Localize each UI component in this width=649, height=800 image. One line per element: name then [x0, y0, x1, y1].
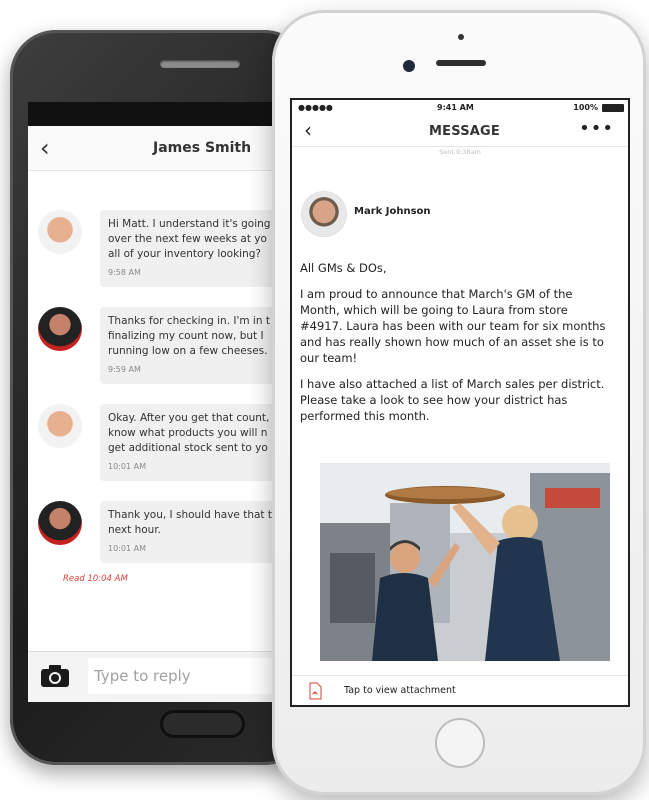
message-nav-bar: ‹ MESSAGE •••	[292, 116, 628, 147]
message-text: over the next few weeks at yo	[108, 233, 267, 245]
message-text: Thank you, I should have that t	[108, 509, 272, 521]
message-body: All GMs & DOs, I am proud to announce th…	[300, 260, 624, 434]
sent-timestamp: Sent 9:38am	[439, 148, 481, 156]
status-time: 9:41 AM	[437, 103, 474, 112]
message-text: finalizing my count now, but I	[108, 330, 264, 342]
page-title: MESSAGE	[429, 124, 500, 139]
message-text: Thanks for checking in. I'm in t	[108, 315, 270, 327]
read-receipt: Read 10:04 AM	[63, 574, 128, 584]
attachment-bar[interactable]: Tap to view attachment	[292, 675, 628, 705]
iphone-screen: ●●●●● 9:41 AM 100% ‹ MESSAGE ••• Sent 9:…	[290, 98, 630, 707]
paragraph: I have also attached a list of March sal…	[300, 376, 624, 424]
avatar	[302, 192, 346, 236]
body-line: and has really shown how much of an asse…	[300, 335, 604, 349]
chat-header: ‹ James Smith	[28, 126, 310, 171]
message-text: next hour.	[108, 524, 162, 536]
iphone: ●●●●● 9:41 AM 100% ‹ MESSAGE ••• Sent 9:…	[272, 10, 646, 795]
attached-photo[interactable]	[320, 463, 610, 661]
battery-icon	[602, 104, 624, 112]
iphone-home-button[interactable]	[435, 718, 485, 768]
paragraph: I am proud to announce that March's GM o…	[300, 286, 624, 366]
body-line: Please take a look to see how your distr…	[300, 393, 568, 407]
ios-status-bar: ●●●●● 9:41 AM 100%	[292, 100, 628, 116]
body-line: #4917. Laura has been with our team for …	[300, 319, 606, 333]
message-text: all of your inventory looking?	[108, 248, 261, 260]
proximity-sensor	[458, 34, 464, 40]
android-phone: ▼ ‹ James Smith Hi Matt. I understand it…	[10, 30, 310, 765]
back-button[interactable]: ‹	[40, 134, 50, 162]
android-speaker	[160, 60, 240, 68]
signal-icon: ●●●●●	[298, 103, 333, 112]
more-options-icon[interactable]: •••	[579, 118, 614, 139]
body-line: performed this month.	[300, 409, 430, 423]
avatar	[38, 501, 82, 545]
camera-icon[interactable]	[40, 664, 70, 688]
message-text: Okay. After you get that count,	[108, 412, 270, 424]
battery-percent: 100%	[573, 103, 598, 112]
body-line: Month, which will be going to Laura from…	[300, 303, 568, 317]
android-screen: ▼ ‹ James Smith Hi Matt. I understand it…	[28, 102, 310, 702]
body-line: I have also attached a list of March sal…	[300, 377, 605, 391]
reply-bar: Type to reply	[28, 651, 310, 702]
front-camera	[403, 60, 415, 72]
sender-name: Mark Johnson	[354, 206, 431, 217]
message-text: get additional stock sent to yo	[108, 442, 268, 454]
greeting: All GMs & DOs,	[300, 261, 387, 275]
message-row: Okay. After you get that count, know wha…	[38, 404, 310, 499]
body-line: I am proud to announce that March's GM o…	[300, 287, 573, 301]
message-text: running low on a few cheeses.	[108, 345, 268, 357]
message-row: Hi Matt. I understand it's going over th…	[38, 210, 310, 305]
earpiece	[436, 60, 486, 66]
android-status-bar: ▼	[28, 102, 310, 126]
pdf-icon	[308, 682, 322, 700]
avatar	[38, 210, 82, 254]
back-button[interactable]: ‹	[304, 118, 312, 142]
avatar	[38, 307, 82, 351]
reply-input[interactable]: Type to reply	[88, 658, 298, 694]
chat-title: James Smith	[153, 140, 252, 156]
android-home-button[interactable]	[160, 710, 245, 738]
message-row: Thanks for checking in. I'm in t finaliz…	[38, 307, 310, 402]
attachment-label: Tap to view attachment	[344, 685, 456, 696]
avatar	[38, 404, 82, 448]
body-line: our team!	[300, 351, 358, 365]
message-text: know what products you will n	[108, 427, 268, 439]
message-text: Hi Matt. I understand it's going	[108, 218, 271, 230]
